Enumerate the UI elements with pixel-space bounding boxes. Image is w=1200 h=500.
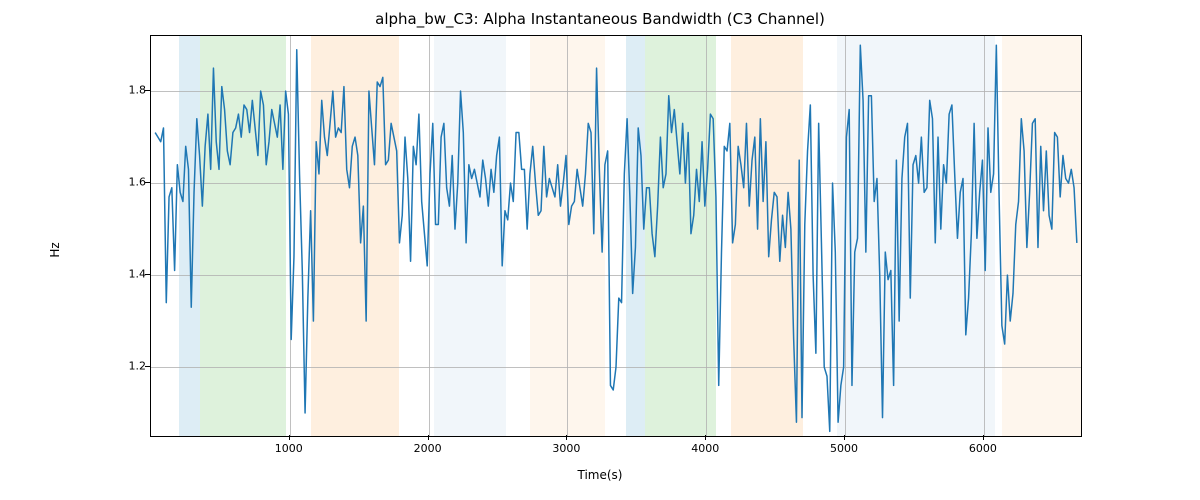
y-tick-mark <box>145 90 150 91</box>
x-tick-label: 6000 <box>969 442 997 455</box>
x-tick-mark <box>566 435 567 440</box>
y-tick-mark <box>145 182 150 183</box>
x-tick-mark <box>428 435 429 440</box>
x-tick-label: 3000 <box>552 442 580 455</box>
y-tick-label: 1.6 <box>118 176 146 189</box>
y-tick-label: 1.8 <box>118 84 146 97</box>
y-axis-label: Hz <box>48 242 62 257</box>
x-tick-mark <box>289 435 290 440</box>
x-tick-label: 1000 <box>275 442 303 455</box>
line-trace <box>151 36 1081 436</box>
y-tick-label: 1.2 <box>118 360 146 373</box>
chart-title: alpha_bw_C3: Alpha Instantaneous Bandwid… <box>0 10 1200 28</box>
x-axis-label: Time(s) <box>0 468 1200 482</box>
y-tick-label: 1.4 <box>118 268 146 281</box>
x-tick-label: 2000 <box>414 442 442 455</box>
y-tick-mark <box>145 274 150 275</box>
x-tick-mark <box>705 435 706 440</box>
figure: alpha_bw_C3: Alpha Instantaneous Bandwid… <box>0 0 1200 500</box>
y-tick-mark <box>145 366 150 367</box>
x-tick-label: 4000 <box>691 442 719 455</box>
x-tick-label: 5000 <box>830 442 858 455</box>
x-tick-mark <box>983 435 984 440</box>
plot-area <box>150 35 1082 437</box>
x-tick-mark <box>844 435 845 440</box>
